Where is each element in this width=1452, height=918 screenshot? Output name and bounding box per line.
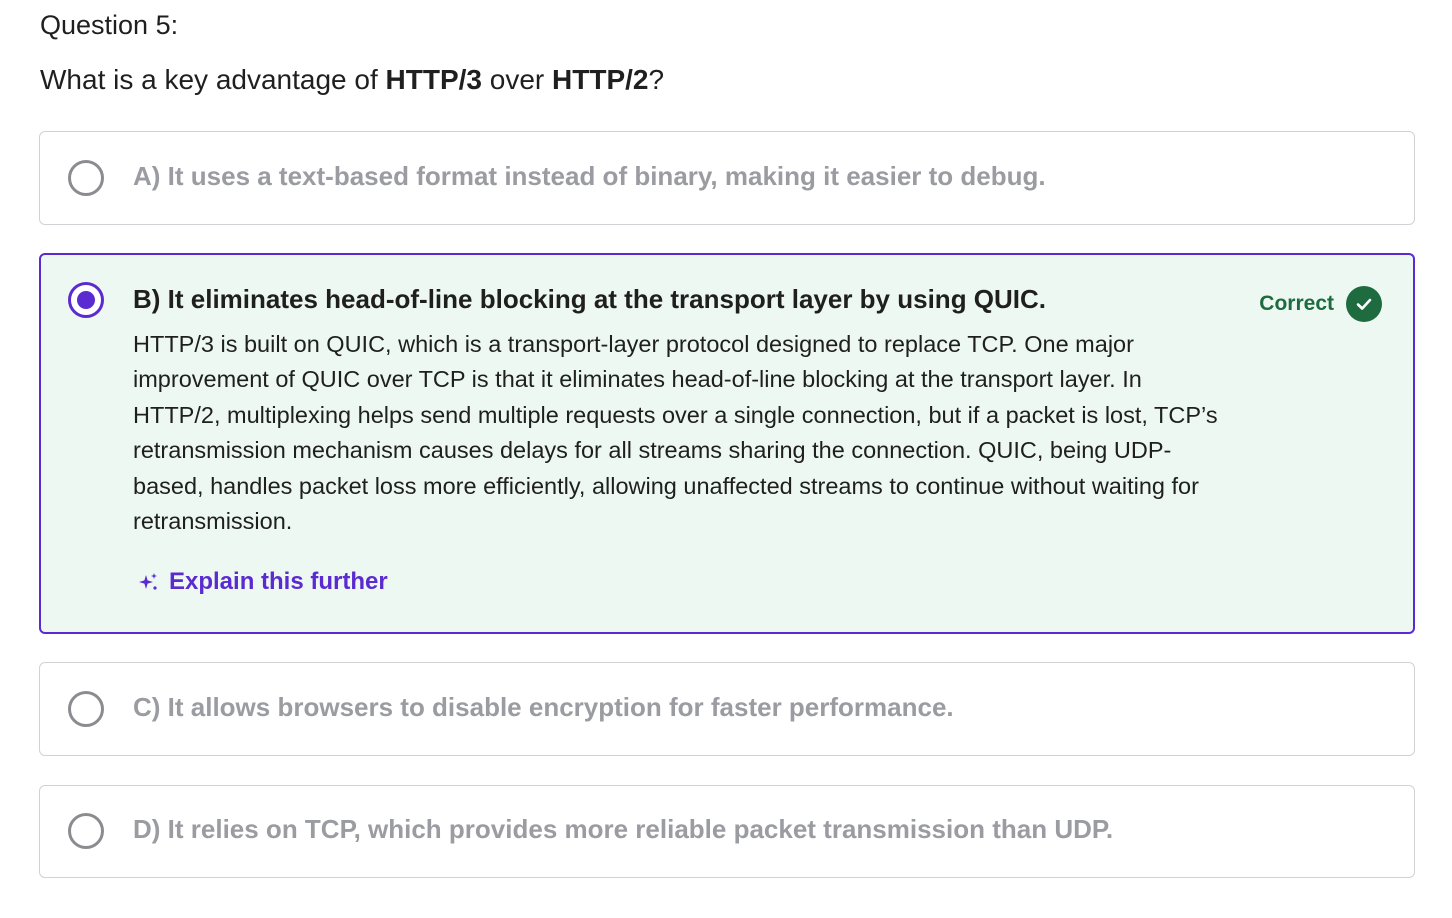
- answer-explanation: HTTP/3 is built on QUIC, which is a tran…: [133, 331, 1218, 535]
- option-c-label: C) It allows browsers to disable encrypt…: [133, 692, 954, 722]
- check-circle-icon: [1346, 286, 1382, 322]
- question-prefix: What is a key advantage of: [40, 64, 386, 95]
- question-text: What is a key advantage of HTTP/3 over H…: [40, 64, 664, 96]
- radio-empty-icon[interactable]: [68, 813, 104, 849]
- correct-badge: Correct: [1259, 286, 1382, 322]
- explain-further-link[interactable]: Explain this further: [137, 568, 388, 596]
- sparkle-icon: [137, 571, 159, 593]
- answer-option-d[interactable]: D) It relies on TCP, which provides more…: [39, 785, 1415, 878]
- explain-further-label: Explain this further: [169, 568, 388, 595]
- radio-empty-icon[interactable]: [68, 691, 104, 727]
- question-middle: over: [482, 64, 553, 95]
- answer-option-b[interactable]: B) It eliminates head-of-line blocking a…: [39, 253, 1415, 634]
- question-term-1: HTTP/3: [385, 64, 482, 95]
- correct-status-text: Correct: [1259, 292, 1334, 315]
- option-d-label: D) It relies on TCP, which provides more…: [133, 814, 1114, 844]
- radio-empty-icon[interactable]: [68, 160, 104, 196]
- question-term-2: HTTP/2: [552, 64, 649, 95]
- question-number: Question 5:: [40, 10, 179, 40]
- answer-option-c[interactable]: C) It allows browsers to disable encrypt…: [39, 662, 1415, 756]
- option-a-label: A) It uses a text-based format instead o…: [133, 161, 1046, 191]
- option-b-label: B) It eliminates head-of-line blocking a…: [133, 284, 1047, 314]
- question-suffix: ?: [648, 64, 665, 95]
- radio-filled-icon[interactable]: [68, 282, 104, 318]
- answer-option-a[interactable]: A) It uses a text-based format instead o…: [39, 131, 1415, 225]
